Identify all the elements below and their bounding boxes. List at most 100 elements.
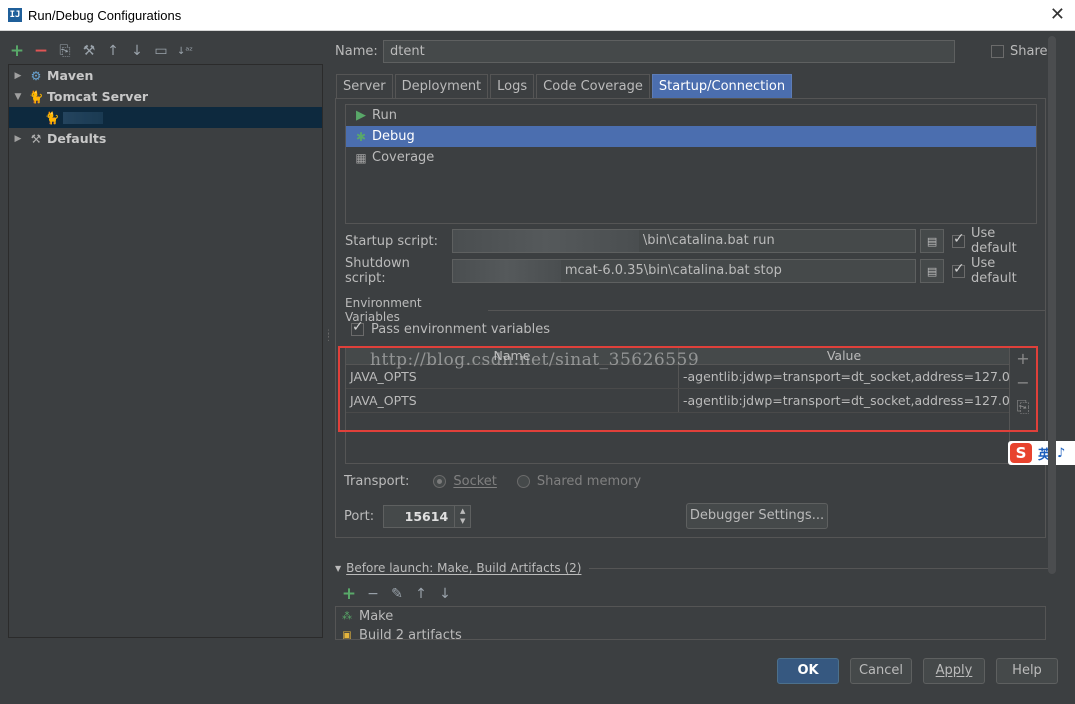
collapse-arrow-icon[interactable]: ▼ [335, 564, 341, 573]
port-value[interactable]: 15614 [405, 509, 449, 524]
name-label: Name: [335, 44, 378, 59]
browse-icon[interactable]: ▤ [920, 229, 944, 253]
debugger-settings-button[interactable]: Debugger Settings... [686, 503, 828, 529]
move-up-icon[interactable]: ↑ [412, 585, 430, 603]
sort-icon[interactable]: ↓ᵃᶻ [176, 42, 194, 60]
list-item[interactable]: ⁂ Make [336, 607, 1045, 626]
shutdown-script-row: Shutdown script: mcat-6.0.35\bin\catalin… [345, 256, 1045, 286]
splitter-handle[interactable]: ⋮ ⋮ [324, 330, 333, 343]
list-item[interactable]: ▣ Build 2 artifacts [336, 626, 1045, 640]
socket-label[interactable]: Socket [453, 474, 497, 489]
table-row[interactable]: JAVA_OPTS -agentlib:jdwp=transport=dt_so… [346, 389, 1009, 413]
tree-item-label [63, 111, 103, 124]
add-configuration-icon[interactable]: + [8, 41, 26, 61]
configurations-toolbar: + − ⎘ ⚒ ↑ ↓ ▭ ↓ᵃᶻ [8, 40, 194, 62]
shutdown-script-field[interactable]: mcat-6.0.35\bin\catalina.bat stop [451, 259, 917, 283]
collapse-arrow-icon[interactable]: ▼ [11, 92, 25, 102]
sogou-icon[interactable]: S [1010, 443, 1032, 463]
share-checkbox-group[interactable]: Share [991, 44, 1048, 59]
column-header-name[interactable]: Name [346, 347, 679, 364]
startup-use-default-checkbox[interactable] [952, 231, 965, 248]
startup-connection-panel: ▶ Run ✱ Debug ▦ Coverage Startup script:… [335, 98, 1046, 538]
move-down-icon[interactable]: ↓ [436, 585, 454, 603]
spinner-up-icon[interactable]: ▲ [455, 506, 470, 516]
help-button[interactable]: Help [996, 658, 1058, 684]
startup-script-field[interactable]: \bin\catalina.bat run [451, 229, 917, 253]
share-checkbox[interactable] [991, 45, 1004, 58]
add-task-icon[interactable]: + [340, 584, 358, 604]
cancel-button[interactable]: Cancel [850, 658, 912, 684]
spinner-arrows[interactable]: ▲ ▼ [454, 506, 470, 527]
tab-bar: Server Deployment Logs Code Coverage Sta… [336, 74, 794, 98]
tree-item-tomcat-server[interactable]: ▼ 🐈 Tomcat Server [9, 86, 322, 107]
before-launch-toolbar: + − ✎ ↑ ↓ [340, 584, 454, 604]
debug-icon: ✱ [355, 129, 367, 144]
env-value-cell[interactable]: -agentlib:jdwp=transport=dt_socket,addre… [679, 389, 1009, 412]
copy-configuration-icon[interactable]: ⎘ [56, 42, 74, 60]
startup-script-value: \bin\catalina.bat run [642, 233, 775, 248]
executor-label: Debug [372, 129, 415, 144]
artifact-icon: ▣ [342, 630, 352, 640]
executor-run[interactable]: ▶ Run [346, 105, 1036, 126]
tomcat-config-icon: 🐈 [44, 110, 60, 125]
table-row[interactable]: JAVA_OPTS -agentlib:jdwp=transport=dt_so… [346, 365, 1009, 389]
edit-defaults-icon[interactable]: ⚒ [80, 42, 98, 60]
executor-label: Run [372, 108, 397, 123]
tab-code-coverage[interactable]: Code Coverage [536, 74, 650, 98]
spinner-down-icon[interactable]: ▼ [455, 516, 470, 526]
ime-toolbar[interactable]: S 英 ♪ [1008, 441, 1075, 465]
env-name-cell[interactable]: JAVA_OPTS [346, 365, 679, 388]
remove-configuration-icon[interactable]: − [32, 41, 50, 61]
name-field[interactable] [383, 40, 955, 63]
expand-arrow-icon[interactable]: ▶ [11, 71, 25, 81]
env-name-cell[interactable]: JAVA_OPTS [346, 389, 679, 412]
move-up-icon[interactable]: ↑ [104, 42, 122, 60]
remove-task-icon[interactable]: − [364, 585, 382, 603]
close-icon[interactable]: ✕ [1050, 4, 1065, 25]
shutdown-script-value: mcat-6.0.35\bin\catalina.bat stop [564, 263, 782, 278]
tab-server[interactable]: Server [336, 74, 393, 98]
executor-debug[interactable]: ✱ Debug [346, 126, 1036, 147]
shared-memory-radio[interactable] [516, 475, 530, 488]
startup-use-default[interactable]: Use default [952, 226, 1045, 256]
pass-env-checkbox[interactable] [351, 319, 364, 336]
shutdown-script-label: Shutdown script: [345, 256, 410, 286]
executor-coverage[interactable]: ▦ Coverage [346, 147, 1036, 168]
vertical-scrollbar[interactable] [1048, 36, 1056, 574]
section-title: Environment Variables [345, 296, 422, 324]
copy-env-icon[interactable]: ⎘ [1014, 398, 1032, 416]
remove-env-icon[interactable]: − [1014, 374, 1032, 392]
ime-moon-icon[interactable]: ♪ [1057, 446, 1065, 461]
shutdown-use-default-checkbox[interactable] [952, 261, 965, 278]
use-default-label: Use default [970, 256, 1017, 286]
tab-logs[interactable]: Logs [490, 74, 535, 98]
port-spinner[interactable]: 15614 ▲ ▼ [383, 505, 472, 528]
tree-item-label: Tomcat Server [47, 89, 149, 104]
env-value-cell[interactable]: -agentlib:jdwp=transport=dt_socket,addre… [679, 365, 1009, 388]
add-env-icon[interactable]: + [1014, 350, 1032, 368]
pass-env-checkbox-group[interactable]: Pass environment variables [351, 319, 550, 337]
tree-item-maven[interactable]: ▶ ⚙ Maven [9, 65, 322, 86]
shutdown-use-default[interactable]: Use default [952, 256, 1045, 286]
folder-icon[interactable]: ▭ [152, 42, 170, 60]
coverage-icon: ▦ [355, 150, 367, 165]
edit-task-icon[interactable]: ✎ [388, 585, 406, 603]
browse-icon[interactable]: ▤ [920, 259, 944, 283]
apply-button[interactable]: Apply [923, 658, 985, 684]
shared-memory-label[interactable]: Shared memory [537, 474, 641, 489]
socket-radio[interactable] [433, 475, 447, 488]
redacted-path [452, 230, 639, 252]
tab-startup-connection[interactable]: Startup/Connection [651, 74, 793, 98]
move-down-icon[interactable]: ↓ [128, 42, 146, 60]
before-launch-section[interactable]: ▼ Before launch: Make, Build Artifacts (… [335, 561, 1050, 575]
tree-item-defaults[interactable]: ▶ ⚒ Defaults [9, 128, 322, 149]
share-label: Share [1010, 44, 1048, 59]
tab-deployment[interactable]: Deployment [394, 74, 489, 98]
task-label: Make [359, 609, 394, 624]
expand-arrow-icon[interactable]: ▶ [11, 134, 25, 144]
column-header-value[interactable]: Value [679, 347, 1009, 364]
transport-row: Transport: Socket Shared memory [344, 474, 641, 489]
ok-button[interactable]: OK [777, 658, 839, 684]
tree-item-tomcat-config[interactable]: 🐈 [9, 107, 322, 128]
use-default-label: Use default [970, 226, 1017, 256]
